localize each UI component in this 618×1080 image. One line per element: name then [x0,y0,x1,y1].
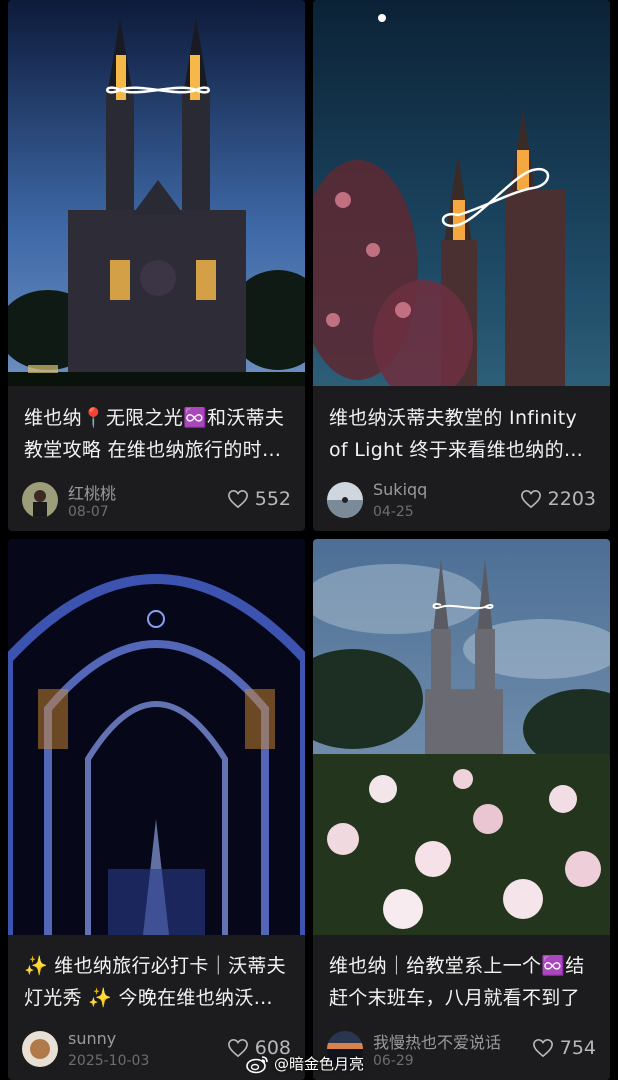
note-title[interactable]: 维也纳沃蒂夫教堂的 Infinity of Light 终于来看维也纳的无限之光 [329,402,596,466]
note-meta: 我慢热也不爱说话 06-29 754 [327,1029,596,1073]
cover-image[interactable] [8,0,305,386]
author-name[interactable]: sunny [68,1029,116,1048]
heart-icon [227,489,248,509]
post-date: 2025-10-03 [68,1053,150,1069]
cover-image[interactable] [313,0,610,386]
like-count: 2203 [547,488,596,510]
weibo-icon [246,1055,268,1073]
note-title[interactable]: 维也纳｜给教堂系上一个♾️结 赶个末班车，八月就看不到了 [329,950,596,1014]
avatar[interactable] [22,1031,58,1067]
like-button[interactable]: 2203 [520,488,596,510]
like-count: 754 [559,1037,596,1059]
cover-image[interactable] [8,539,305,935]
author-name[interactable]: Sukiqq [373,480,427,499]
note-feed: 维也纳📍无限之光♾️和沃蒂夫教堂攻略 在维也纳旅行的时候... 红桃桃 08-0… [0,0,618,1080]
note-meta: 红桃桃 08-07 552 [22,480,291,524]
cover-image[interactable] [313,539,610,935]
note-card[interactable]: 维也纳沃蒂夫教堂的 Infinity of Light 终于来看维也纳的无限之光… [313,0,610,531]
avatar[interactable] [22,482,58,518]
like-button[interactable]: 754 [532,1037,596,1059]
note-title[interactable]: 维也纳📍无限之光♾️和沃蒂夫教堂攻略 在维也纳旅行的时候... [24,402,291,466]
like-count: 552 [254,488,291,510]
note-card[interactable]: 维也纳｜给教堂系上一个♾️结 赶个末班车，八月就看不到了 我慢热也不爱说话 06… [313,539,610,1080]
post-date: 04-25 [373,504,414,520]
watermark-text: @暗金色月亮 [274,1055,365,1073]
avatar[interactable] [327,482,363,518]
note-card[interactable]: 维也纳📍无限之光♾️和沃蒂夫教堂攻略 在维也纳旅行的时候... 红桃桃 08-0… [8,0,305,531]
note-meta: Sukiqq 04-25 2203 [327,480,596,524]
post-date: 06-29 [373,1053,414,1069]
like-button[interactable]: 552 [227,488,291,510]
heart-icon [520,489,541,509]
author-name[interactable]: 我慢热也不爱说话 [373,1029,501,1053]
post-date: 08-07 [68,504,109,520]
watermark: @暗金色月亮 [246,1053,364,1074]
author-name[interactable]: 红桃桃 [68,480,116,504]
heart-icon [532,1038,553,1058]
note-title[interactable]: ✨ 维也纳旅行必打卡｜沃蒂夫灯光秀 ✨ 今晚在维也纳沃蒂夫教堂 [24,950,291,1014]
note-card[interactable]: ✨ 维也纳旅行必打卡｜沃蒂夫灯光秀 ✨ 今晚在维也纳沃蒂夫教堂 sunny 20… [8,539,305,1080]
